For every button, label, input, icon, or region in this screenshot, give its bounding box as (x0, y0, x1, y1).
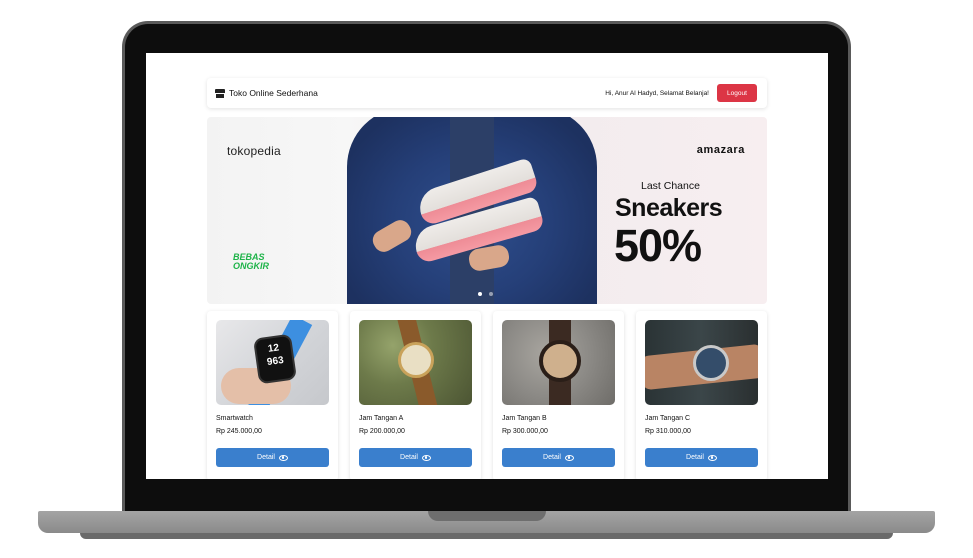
detail-button[interactable]: Detail (645, 448, 758, 467)
eye-icon (564, 454, 574, 461)
product-image-jam-tangan-a (359, 320, 472, 405)
user-greeting: Hi, Anur Al Hadyd, Selamat Belanja! (605, 89, 709, 97)
detail-button[interactable]: Detail (359, 448, 472, 467)
detail-button-label: Detail (400, 454, 418, 461)
product-name: Jam Tangan C (645, 415, 691, 422)
laptop-notch (428, 511, 546, 521)
amazara-logo: amazara (696, 144, 745, 156)
promo-banner-carousel[interactable]: tokopedia amazara BEBAS ONGKIR Last Chan… (207, 117, 767, 304)
detail-button-label: Detail (257, 454, 275, 461)
product-image-jam-tangan-c (645, 320, 758, 405)
product-card: 12 963 Smartwatch Rp 245.000,00 Detail (207, 311, 338, 479)
detail-button-label: Detail (543, 454, 561, 461)
carousel-dot-2[interactable] (489, 292, 493, 296)
product-grid: 12 963 Smartwatch Rp 245.000,00 Detail Ja… (207, 311, 767, 479)
eye-icon (707, 454, 717, 461)
store-icon (215, 88, 225, 98)
eye-icon (421, 454, 431, 461)
tokopedia-logo: tokopedia (227, 144, 281, 158)
product-price: Rp 310.000,00 (645, 428, 691, 435)
product-name: Jam Tangan B (502, 415, 547, 422)
nav-right: Hi, Anur Al Hadyd, Selamat Belanja! Logo… (605, 84, 757, 102)
detail-button[interactable]: Detail (502, 448, 615, 467)
banner-headline: Sneakers (615, 194, 723, 222)
navbar: Toko Online Sederhana Hi, Anur Al Hadyd,… (207, 78, 767, 108)
laptop-shadow (80, 533, 893, 539)
product-price: Rp 300.000,00 (502, 428, 548, 435)
carousel-indicators (478, 292, 493, 296)
watch-face: 12 963 (252, 333, 298, 385)
detail-button[interactable]: Detail (216, 448, 329, 467)
detail-button-label: Detail (686, 454, 704, 461)
free-shipping-line2: ONGKIR (233, 261, 269, 271)
free-shipping-logo: BEBAS ONGKIR (233, 253, 269, 271)
product-card: Jam Tangan B Rp 300.000,00 Detail (493, 311, 624, 479)
product-card: Jam Tangan C Rp 310.000,00 Detail (636, 311, 767, 479)
banner-discount: 50% (614, 220, 702, 271)
product-card: Jam Tangan A Rp 200.000,00 Detail (350, 311, 481, 479)
product-name: Smartwatch (216, 415, 253, 422)
carousel-dot-1[interactable] (478, 292, 482, 296)
eye-icon (278, 454, 288, 461)
product-name: Jam Tangan A (359, 415, 404, 422)
brand-title: Toko Online Sederhana (229, 88, 318, 98)
product-price: Rp 200.000,00 (359, 428, 405, 435)
product-image-jam-tangan-b (502, 320, 615, 405)
logout-button[interactable]: Logout (717, 84, 757, 102)
brand[interactable]: Toko Online Sederhana (215, 88, 318, 98)
banner-tagline: Last Chance (641, 180, 700, 192)
product-image-smartwatch: 12 963 (216, 320, 329, 405)
screen: Toko Online Sederhana Hi, Anur Al Hadyd,… (146, 53, 828, 479)
product-price: Rp 245.000,00 (216, 428, 262, 435)
